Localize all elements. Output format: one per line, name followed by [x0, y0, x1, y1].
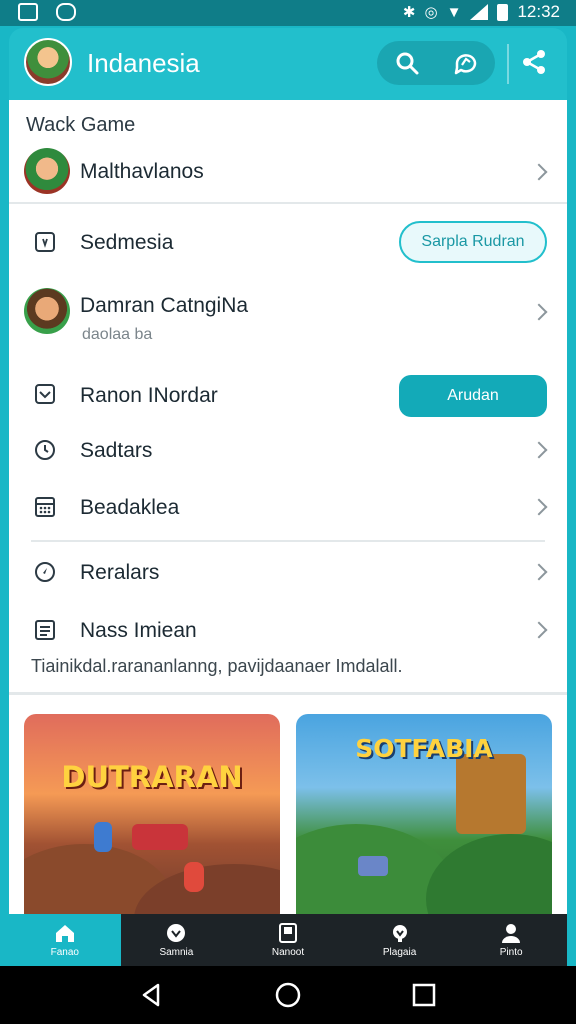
- nav-item-plagaia[interactable]: Plagaia: [344, 914, 456, 966]
- avatar: [24, 288, 70, 334]
- status-time: 12:32: [517, 2, 560, 21]
- home-circle-icon[interactable]: [274, 981, 302, 1009]
- share-icon[interactable]: [514, 42, 554, 82]
- list-item-nass-imiean[interactable]: Nass Imiean: [9, 602, 567, 658]
- nav-item-pinto[interactable]: Pinto: [455, 914, 567, 966]
- action-pill: [377, 41, 495, 85]
- appbar-divider: [507, 44, 509, 84]
- list-item-ranon-inordar[interactable]: Ranon INordar Arudan: [9, 368, 567, 424]
- chevron-right-icon: [530, 498, 548, 516]
- nav-label: Samnia: [159, 946, 194, 958]
- back-icon[interactable]: [138, 981, 166, 1009]
- inbox-icon: [35, 384, 55, 404]
- character-art: [184, 862, 204, 892]
- list-item-beadaklea[interactable]: Beadaklea: [9, 479, 567, 535]
- compass-icon: [35, 562, 55, 582]
- chevron-right-icon: [530, 563, 548, 581]
- signal-icon: [470, 4, 489, 20]
- list-item-label: Sadtars: [80, 439, 153, 462]
- divider: [9, 202, 567, 204]
- clock-icon: [35, 440, 55, 460]
- list-item-label: Reralars: [80, 561, 160, 584]
- nav-item-samnia[interactable]: Samnia: [121, 914, 233, 966]
- character-art: [94, 822, 112, 852]
- game-card[interactable]: DUTRARAN: [24, 714, 280, 914]
- car-art: [132, 824, 188, 850]
- nav-label: Pinto: [499, 946, 523, 958]
- list-item-sedmesia[interactable]: Sedmesia Sarpla Rudran: [9, 214, 567, 270]
- wifi-icon: ▼: [446, 3, 462, 21]
- list-item-label: Beadaklea: [80, 496, 180, 519]
- gallery-icon: [18, 3, 38, 21]
- house-art: [456, 754, 526, 834]
- chevron-right-icon: [530, 163, 548, 181]
- list-item-label: Damran CatngiNa: [80, 294, 249, 317]
- search-icon[interactable]: [387, 43, 427, 83]
- nav-item-nanoot[interactable]: Nanoot: [232, 914, 344, 966]
- footer-note: Tiainikdal.rarananlanng, pavijdaanaer Im…: [31, 656, 403, 676]
- avatar: [24, 148, 70, 194]
- bottom-nav: Fanao Samnia Nanoot Plagaia Pinto: [9, 914, 567, 966]
- alarm-icon: ◎: [424, 4, 438, 21]
- app-title: Indanesia: [87, 48, 200, 78]
- nav-label: Fanao: [50, 946, 79, 958]
- chat-icon[interactable]: [446, 43, 486, 83]
- nav-item-fanao[interactable]: Fanao: [9, 914, 121, 966]
- list-item-label: Ranon INordar: [80, 384, 218, 407]
- main-content: Wack Game Malthavlanos Sedmesia Sarpla R…: [9, 100, 567, 914]
- app-bar: Indanesia: [9, 28, 567, 100]
- list-item-sadtars[interactable]: Sadtars: [9, 422, 567, 478]
- section-title: Wack Game: [26, 114, 136, 136]
- list-item-damran[interactable]: Damran CatngiNa daolaa ba: [9, 284, 567, 350]
- nav-label: Plagaia: [382, 946, 417, 958]
- car-art: [358, 856, 388, 876]
- bookmark-icon: [278, 922, 297, 943]
- battery-icon: [497, 3, 509, 21]
- game-card-title: DUTRARAN: [61, 760, 243, 794]
- list-item-reralars[interactable]: Reralars: [9, 544, 567, 600]
- chevron-right-icon: [530, 441, 548, 459]
- chevron-right-icon: [530, 303, 548, 321]
- divider: [31, 540, 545, 542]
- bluetooth-icon: ✱: [402, 4, 416, 21]
- system-nav-bar: [0, 966, 576, 1024]
- game-card-title: SOTFABIA: [355, 734, 493, 763]
- nav-label: Nanoot: [271, 946, 305, 958]
- list-item-label: Malthavlanos: [80, 160, 204, 183]
- chevron-right-icon: [530, 621, 548, 639]
- arudan-button[interactable]: Arudan: [399, 375, 547, 417]
- game-card[interactable]: SOTFABIA: [296, 714, 552, 914]
- grid-icon: [35, 497, 55, 517]
- list-item-malthavlanos[interactable]: Malthavlanos: [9, 144, 567, 200]
- status-bar: ✱ ◎ ▼ 12:32: [0, 0, 576, 26]
- square-icon: [35, 232, 55, 252]
- recents-icon[interactable]: [410, 981, 438, 1009]
- list-item-label: Sedmesia: [80, 231, 174, 254]
- home-icon: [55, 924, 74, 942]
- heart-badge-icon: [167, 923, 186, 942]
- list-icon: [35, 620, 55, 640]
- gear-heart-icon: [392, 924, 407, 942]
- list-item-sublabel: daolaa ba: [82, 326, 153, 343]
- divider: [9, 692, 567, 695]
- notification-icon: [56, 3, 76, 21]
- list-item-label: Nass Imiean: [80, 619, 197, 642]
- card-art: [426, 834, 552, 914]
- person-icon: [502, 923, 521, 943]
- sarpla-rudran-button[interactable]: Sarpla Rudran: [399, 221, 547, 263]
- app-logo: [24, 38, 72, 86]
